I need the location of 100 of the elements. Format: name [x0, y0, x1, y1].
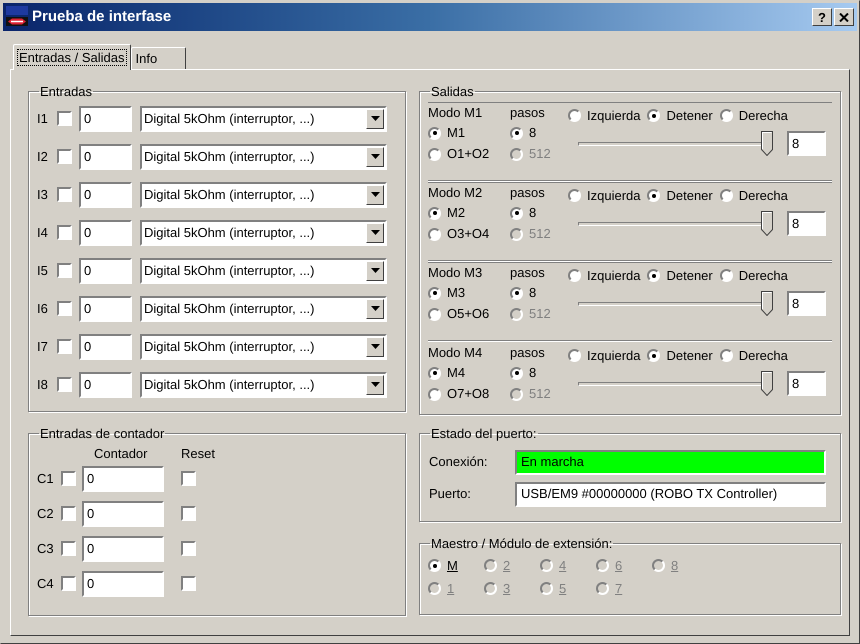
radio-button[interactable]	[647, 269, 660, 282]
checkbox[interactable]	[61, 541, 76, 556]
mode-option[interactable]: M1	[447, 123, 466, 143]
direction-option[interactable]: Izquierda	[587, 186, 640, 206]
radio-button[interactable]	[720, 189, 733, 202]
checkbox[interactable]	[57, 263, 72, 278]
radio-button[interactable]	[720, 269, 733, 282]
value-field[interactable]: 0	[79, 220, 132, 246]
value-field[interactable]: 0	[79, 144, 132, 170]
radio-button[interactable]	[428, 126, 441, 140]
radio-button[interactable]	[428, 228, 441, 240]
slider[interactable]	[578, 370, 773, 396]
checkbox[interactable]	[61, 471, 76, 486]
slider[interactable]	[578, 210, 773, 236]
checkbox[interactable]	[57, 111, 72, 126]
checkbox[interactable]	[57, 301, 72, 316]
speed-field[interactable]: 8	[787, 371, 826, 396]
radio-button[interactable]	[568, 349, 581, 362]
direction-option[interactable]: Izquierda	[587, 266, 640, 286]
speed-field[interactable]: 8	[787, 211, 826, 236]
counter-field[interactable]: 0	[82, 500, 164, 526]
mode-dropdown[interactable]: Digital 5kOhm (interruptor, ...)	[140, 106, 387, 132]
speed-field[interactable]: 8	[787, 291, 826, 316]
speed-field[interactable]: 8	[787, 131, 826, 156]
module-option[interactable]: M	[447, 556, 458, 576]
tab[interactable]: Info	[130, 47, 186, 69]
direction-option[interactable]: Derecha	[738, 266, 788, 286]
checkbox[interactable]	[61, 576, 76, 591]
slider[interactable]	[578, 130, 773, 156]
checkbox[interactable]	[181, 471, 196, 486]
checkbox[interactable]	[57, 225, 72, 240]
radio-button[interactable]	[510, 286, 523, 300]
radio-button[interactable]	[647, 349, 660, 362]
checkbox[interactable]	[57, 339, 72, 354]
counter-field[interactable]: 0	[82, 570, 164, 596]
value-field[interactable]: 0	[79, 372, 132, 398]
radio-button[interactable]	[428, 286, 441, 300]
mode-option[interactable]: M3	[447, 283, 466, 303]
slider[interactable]	[578, 290, 773, 316]
mode-dropdown[interactable]: Digital 5kOhm (interruptor, ...)	[140, 144, 387, 170]
direction-option[interactable]: Izquierda	[587, 346, 640, 366]
checkbox[interactable]	[181, 541, 196, 556]
radio-button[interactable]	[720, 109, 733, 122]
steps-option[interactable]: 8	[529, 203, 536, 223]
slider-thumb[interactable]	[761, 210, 773, 236]
checkbox[interactable]	[181, 576, 196, 591]
direction-option[interactable]: Detener	[666, 106, 713, 126]
checkbox[interactable]	[61, 506, 76, 521]
mode-dropdown[interactable]: Digital 5kOhm (interruptor, ...)	[140, 182, 387, 208]
slider-thumb[interactable]	[761, 130, 773, 156]
mode-option[interactable]: O1+O2	[447, 144, 490, 164]
checkbox[interactable]	[181, 506, 196, 521]
steps-option[interactable]: 8	[529, 283, 536, 303]
value-field[interactable]: 0	[79, 296, 132, 322]
slider-thumb[interactable]	[761, 290, 773, 316]
mode-option[interactable]: O7+O8	[447, 384, 490, 404]
checkbox[interactable]	[57, 187, 72, 202]
radio-button[interactable]	[568, 189, 581, 202]
mode-option[interactable]: M2	[447, 203, 466, 223]
checkbox[interactable]	[57, 377, 72, 392]
radio-button[interactable]	[568, 109, 581, 122]
help-button[interactable]: ?	[812, 8, 832, 26]
mode-dropdown[interactable]: Digital 5kOhm (interruptor, ...)	[140, 372, 387, 398]
radio-button[interactable]	[428, 206, 441, 220]
slider-thumb[interactable]	[761, 370, 773, 396]
tab[interactable]: Entradas / Salidas	[13, 44, 131, 70]
mode-dropdown[interactable]: Digital 5kOhm (interruptor, ...)	[140, 334, 387, 360]
radio-button[interactable]	[568, 269, 581, 282]
radio-button[interactable]	[428, 366, 441, 380]
steps-option[interactable]: 8	[529, 123, 536, 143]
direction-option[interactable]: Detener	[666, 266, 713, 286]
value-field[interactable]: 0	[79, 334, 132, 360]
direction-option[interactable]: Detener	[666, 346, 713, 366]
radio-button[interactable]	[428, 148, 441, 160]
direction-option[interactable]: Derecha	[738, 346, 788, 366]
radio-button[interactable]	[647, 109, 660, 122]
radio-button[interactable]	[428, 388, 441, 400]
direction-option[interactable]: Detener	[666, 186, 713, 206]
radio-button[interactable]	[510, 126, 523, 140]
steps-option[interactable]: 8	[529, 363, 536, 383]
radio-button[interactable]	[720, 349, 733, 362]
mode-dropdown[interactable]: Digital 5kOhm (interruptor, ...)	[140, 296, 387, 322]
mode-dropdown[interactable]: Digital 5kOhm (interruptor, ...)	[140, 220, 387, 246]
value-field[interactable]: 0	[79, 182, 132, 208]
radio-button[interactable]	[428, 308, 441, 320]
radio-button[interactable]	[647, 189, 660, 202]
direction-option[interactable]: Izquierda	[587, 106, 640, 126]
counter-field[interactable]: 0	[82, 536, 164, 562]
mode-option[interactable]: M4	[447, 363, 466, 383]
value-field[interactable]: 0	[79, 106, 132, 132]
radio-button[interactable]	[510, 206, 523, 220]
value-field[interactable]: 0	[79, 258, 132, 284]
checkbox[interactable]	[57, 149, 72, 164]
counter-field[interactable]: 0	[82, 466, 164, 492]
mode-option[interactable]: O5+O6	[447, 304, 490, 324]
direction-option[interactable]: Derecha	[738, 106, 788, 126]
mode-dropdown[interactable]: Digital 5kOhm (interruptor, ...)	[140, 258, 387, 284]
close-button[interactable]	[834, 8, 854, 26]
direction-option[interactable]: Derecha	[738, 186, 788, 206]
radio-button[interactable]	[428, 559, 441, 572]
